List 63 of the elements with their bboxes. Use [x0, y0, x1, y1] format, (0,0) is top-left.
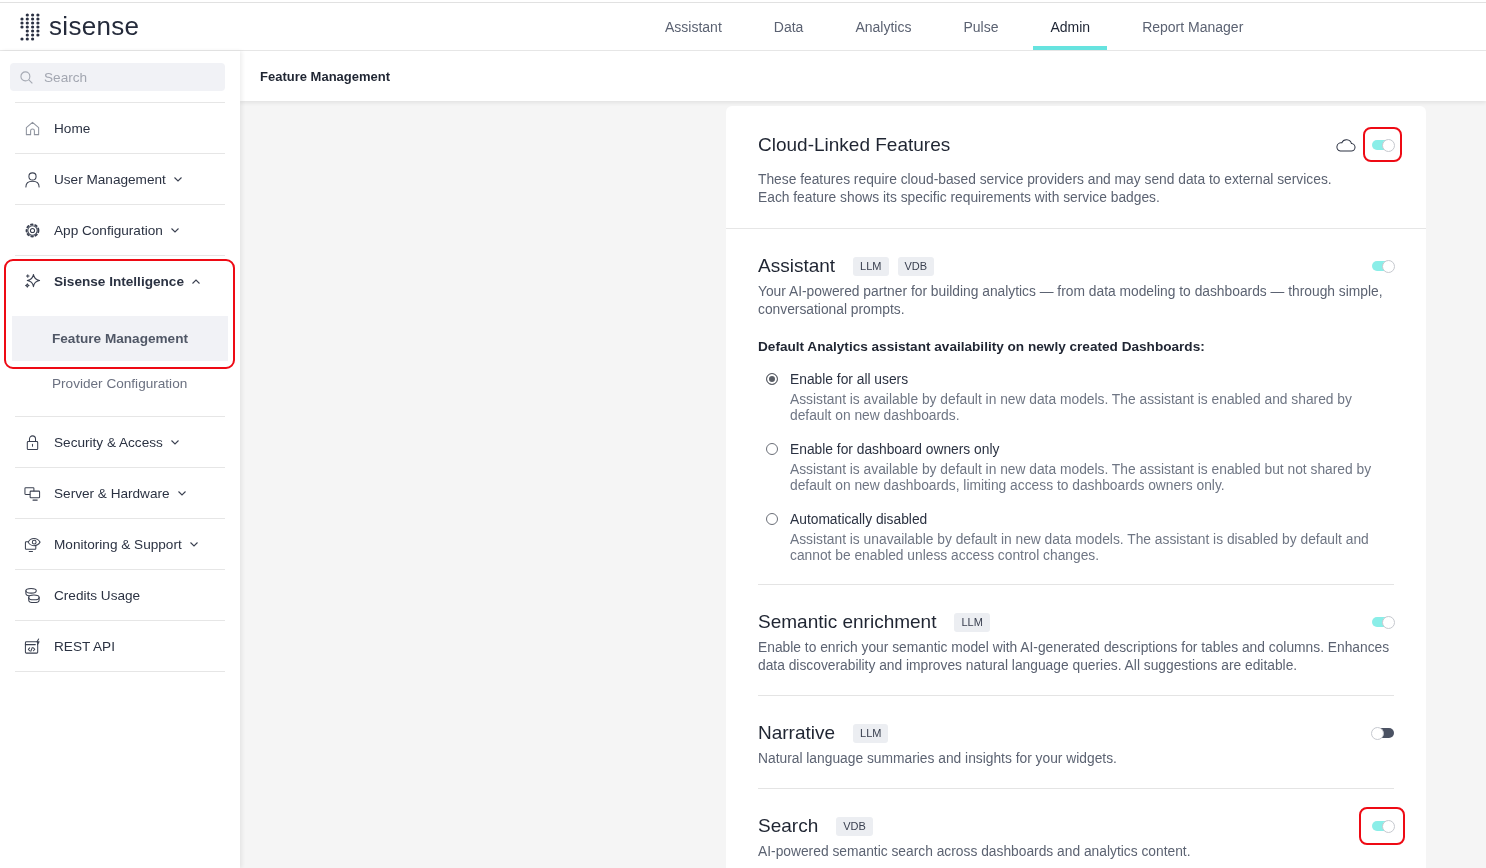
page-title: Feature Management	[260, 68, 391, 84]
monitors-icon	[24, 484, 41, 502]
eye-monitor-icon	[24, 535, 41, 553]
feature-title: Semantic enrichment	[758, 611, 937, 633]
feature-title: Narrative	[758, 722, 836, 744]
nav-tab[interactable]: Assistant	[648, 3, 739, 50]
feature-description: Enable to enrich your semantic model with AI-generated descriptions for tables and columns. Enhances data discoverability and improves natural language queries. All suggestions are editable.	[758, 639, 1391, 675]
radio-button[interactable]	[766, 513, 778, 525]
feature-title: Assistant	[758, 255, 836, 277]
search-icon	[20, 70, 33, 84]
setting-heading: Default Analytics assistant availability on newly created Dashboards:	[758, 338, 1206, 356]
section-description: These features require cloud-based service providers and may send data to external services.	[758, 171, 1333, 189]
sidebar-item[interactable]: REST API	[15, 621, 225, 671]
cloud-icon	[1335, 138, 1356, 152]
search-input[interactable]: Search	[44, 69, 194, 85]
sidebar-item[interactable]: Sisense Intelligence	[15, 256, 225, 306]
option-description: Assistant is available by default in new data models. The assistant is enabled and shared by default on new dashboards.	[790, 392, 1353, 424]
option-description: Assistant is available by default in new data models. The assistant is enabled but not shared by default on new dashboards, limiting access to dashboards owners only.	[790, 462, 1373, 494]
service-tag: VDB	[897, 256, 935, 276]
gear-icon	[24, 221, 41, 239]
service-tag: LLM	[954, 612, 990, 632]
radio-button[interactable]	[766, 443, 778, 455]
code-window-icon	[24, 637, 41, 655]
nav-tab[interactable]: Report Manager	[1125, 3, 1261, 50]
home-icon	[24, 119, 41, 137]
nav-tab[interactable]: Pulse	[946, 3, 1016, 50]
sidebar-item[interactable]: Home	[15, 103, 225, 153]
sparkle-icon	[24, 272, 41, 290]
toggle-switch[interactable]	[1372, 728, 1394, 738]
sidebar-item[interactable]: Credits Usage	[15, 570, 225, 620]
sidebar-item[interactable]: Security & Access	[15, 417, 225, 467]
dot-grid-logo-icon	[20, 12, 40, 41]
option-label: Automatically disabled	[790, 511, 928, 527]
search-field[interactable]: Search	[10, 63, 225, 91]
feature-description: Natural language summaries and insights for your widgets.	[758, 750, 1118, 768]
sidebar-subitem[interactable]: Feature Management	[12, 316, 228, 361]
sidebar-item[interactable]: App Configuration	[15, 205, 225, 255]
toggle-switch[interactable]	[1372, 140, 1394, 150]
toggle-switch[interactable]	[1372, 617, 1394, 627]
lock-icon	[24, 433, 41, 451]
sidebar-item[interactable]: Server & Hardware	[15, 468, 225, 518]
radio-button[interactable]	[766, 373, 778, 385]
option-description: Assistant is unavailable by default in new data models. The assistant is disabled by default and cannot be enabled unless access control changes.	[790, 532, 1370, 564]
section-title: Cloud-Linked Features	[758, 134, 951, 156]
sidebar-subitem[interactable]: Provider Configuration	[12, 361, 228, 406]
nav-tab[interactable]: Analytics	[838, 3, 929, 50]
sidebar-item[interactable]: User Management	[15, 154, 225, 204]
feature-description: Your AI-powered partner for building analytics — from data modeling to dashboards — through simple, conversational prompts.	[758, 283, 1384, 319]
toggle-switch[interactable]	[1372, 821, 1394, 831]
service-tag: LLM	[853, 723, 889, 743]
sidebar-item[interactable]: Monitoring & Support	[15, 519, 225, 569]
section-description: Each feature shows its specific requirements with service badges.	[758, 189, 1161, 207]
option-label: Enable for dashboard owners only	[790, 441, 1000, 457]
nav-tab[interactable]: Data	[756, 3, 821, 50]
toggle-switch[interactable]	[1372, 261, 1394, 271]
logo-text: sisense	[49, 10, 140, 43]
feature-description: AI-powered semantic search across dashboards and analytics content.	[758, 843, 1192, 861]
option-label: Enable for all users	[790, 371, 909, 387]
coins-icon	[24, 586, 41, 604]
user-icon	[24, 170, 41, 188]
service-tag: VDB	[836, 816, 873, 836]
service-tag: LLM	[853, 256, 889, 276]
feature-title: Search	[758, 815, 819, 837]
